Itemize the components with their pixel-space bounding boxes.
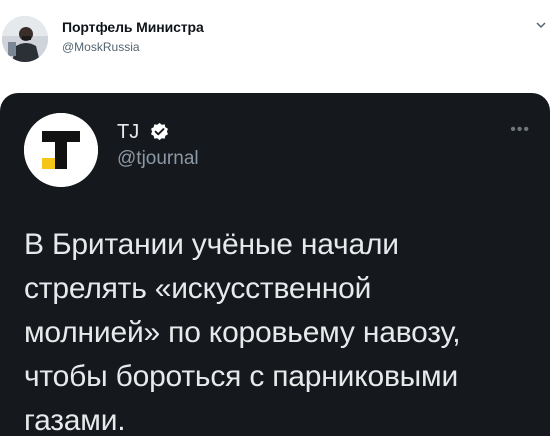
avatar[interactable] (2, 16, 48, 62)
verified-badge-icon (151, 122, 168, 141)
quoted-display-name[interactable]: TJ (117, 121, 139, 144)
more-options-icon[interactable]: ••• (510, 121, 530, 139)
outer-handle[interactable]: @MoskRussia (62, 40, 140, 54)
chevron-down-icon[interactable] (534, 18, 548, 32)
tweet-text: В Британии учёные начали стрелять «искус… (24, 228, 461, 436)
outer-tweet-header: Портфель Министра @MoskRussia (0, 0, 550, 84)
quoted-tweet-card[interactable]: TJ @tjournal ••• В Британии учёные начал… (0, 93, 550, 436)
quoted-handle[interactable]: @tjournal (117, 148, 199, 170)
avatar-image (2, 16, 48, 62)
tj-avatar[interactable] (24, 113, 98, 187)
outer-display-name[interactable]: Портфель Министра (62, 19, 204, 35)
tj-logo-icon (24, 113, 98, 187)
